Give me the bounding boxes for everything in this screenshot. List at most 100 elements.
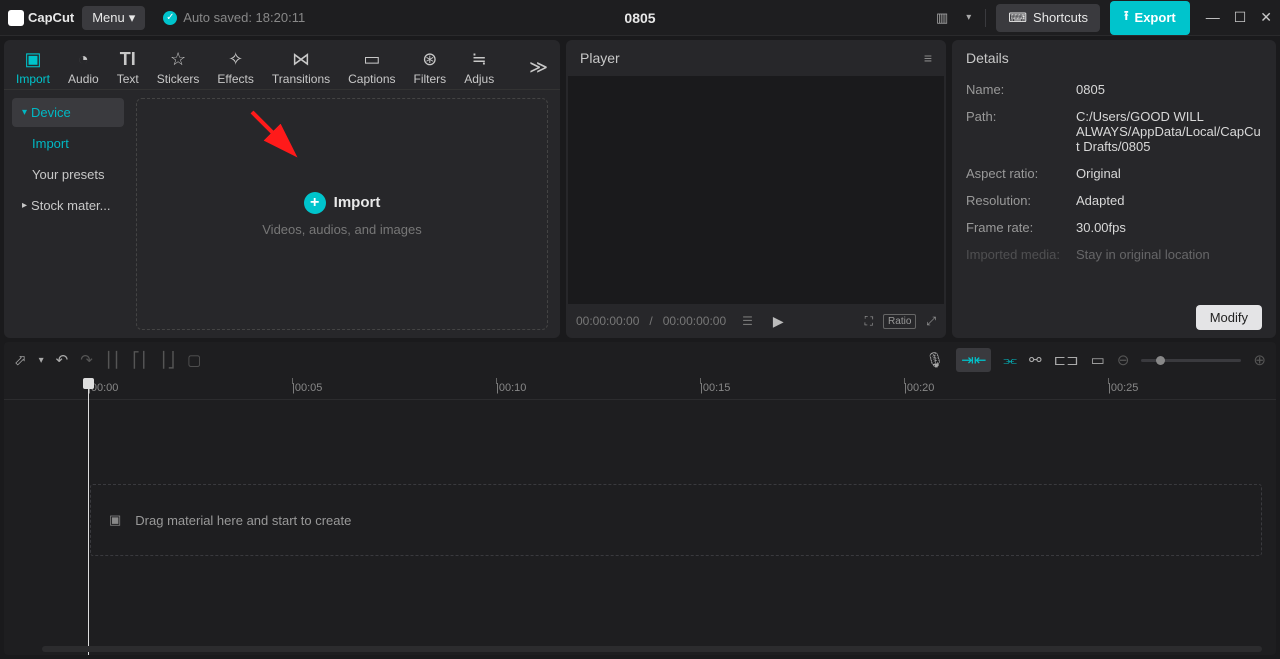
sidebar-item-device[interactable]: ▾ Device bbox=[12, 98, 124, 127]
timeline-ruler[interactable]: |00:00 |00:05 |00:10 |00:15 |00:20 |00:2… bbox=[4, 378, 1276, 400]
tab-label: Captions bbox=[348, 72, 395, 86]
player-menu-icon[interactable]: ≡ bbox=[924, 50, 932, 66]
sidebar-item-label: Your presets bbox=[32, 167, 105, 182]
adjust-icon: ≒ bbox=[472, 50, 487, 70]
tab-label: Import bbox=[16, 72, 50, 86]
app-name: CapCut bbox=[28, 10, 74, 25]
play-button[interactable]: ▶ bbox=[773, 313, 784, 330]
selection-tool-icon[interactable]: ⬀ bbox=[14, 351, 27, 369]
menu-label: Menu bbox=[92, 10, 125, 25]
filters-icon: ⊛ bbox=[422, 50, 437, 70]
detail-key: Name: bbox=[966, 82, 1076, 97]
magnet-main-icon[interactable]: ⇥⇤ bbox=[956, 348, 991, 372]
effects-icon: ✧ bbox=[228, 50, 243, 70]
player-panel: Player ≡ 00:00:00:00 / 00:00:00:00 ☰ ▶ ⛶… bbox=[566, 40, 946, 338]
timeline[interactable]: |00:00 |00:05 |00:10 |00:15 |00:20 |00:2… bbox=[4, 378, 1276, 655]
mic-icon[interactable]: 🎙 bbox=[925, 351, 944, 369]
player-viewport[interactable] bbox=[568, 76, 944, 304]
tab-label: Transitions bbox=[272, 72, 330, 86]
minimize-button[interactable]: — bbox=[1206, 9, 1220, 26]
media-sidebar: ▾ Device Import Your presets ▸ Stock mat… bbox=[4, 90, 132, 338]
export-label: Export bbox=[1135, 10, 1176, 25]
detail-value: Original bbox=[1076, 166, 1262, 181]
zoom-in-icon[interactable]: ⊕ bbox=[1253, 351, 1266, 369]
tab-stickers[interactable]: ☆ Stickers bbox=[157, 50, 200, 86]
player-controls: 00:00:00:00 / 00:00:00:00 ☰ ▶ ⛶ Ratio ⤢ bbox=[566, 304, 946, 338]
redo-button[interactable]: ↷ bbox=[80, 351, 93, 369]
tab-transitions[interactable]: ⋈ Transitions bbox=[272, 50, 330, 86]
tab-adjust[interactable]: ≒ Adjus bbox=[464, 50, 494, 86]
import-dropzone[interactable]: + Import Videos, audios, and images bbox=[136, 98, 548, 330]
sidebar-item-stock[interactable]: ▸ Stock mater... bbox=[12, 191, 124, 220]
document-title: 0805 bbox=[624, 10, 655, 26]
trim-left-icon[interactable]: ⎡⎮ bbox=[132, 351, 147, 369]
player-title: Player bbox=[580, 50, 620, 66]
zoom-out-icon[interactable]: ⊖ bbox=[1117, 351, 1130, 369]
ruler-mark: |00:10 bbox=[496, 382, 526, 394]
check-icon: ✓ bbox=[163, 11, 177, 25]
tab-label: Effects bbox=[217, 72, 253, 86]
fullscreen-icon[interactable]: ⤢ bbox=[926, 314, 936, 329]
detail-row-path: Path: C:/Users/GOOD WILL ALWAYS/AppData/… bbox=[966, 109, 1262, 154]
list-icon[interactable]: ☰ bbox=[742, 314, 753, 328]
layout-icon[interactable]: ▥ bbox=[932, 6, 952, 30]
audio-icon: ◔ bbox=[78, 50, 89, 70]
track-dropzone[interactable]: ▣ Drag material here and start to create bbox=[90, 484, 1262, 556]
tab-text[interactable]: TI Text bbox=[117, 50, 139, 86]
captions-icon: ▭ bbox=[363, 50, 380, 70]
link-icon[interactable]: ⚯ bbox=[1029, 351, 1042, 369]
split-icon[interactable]: ⎮⎮ bbox=[105, 351, 121, 369]
upload-icon: ⭱ bbox=[1124, 7, 1129, 29]
sidebar-item-presets[interactable]: Your presets bbox=[12, 160, 124, 189]
trim-right-icon[interactable]: ⎮⎦ bbox=[160, 351, 175, 369]
detail-row-name: Name: 0805 bbox=[966, 82, 1262, 97]
shortcuts-button[interactable]: ⌨ Shortcuts bbox=[996, 4, 1100, 32]
zoom-slider[interactable] bbox=[1141, 359, 1241, 362]
playhead[interactable] bbox=[88, 378, 89, 655]
time-current: 00:00:00:00 bbox=[576, 314, 639, 328]
ruler-mark: |00:05 bbox=[292, 382, 322, 394]
sidebar-item-import[interactable]: Import bbox=[12, 129, 124, 158]
timeline-toolbar: ⬀ ▾ ↶ ↷ ⎮⎮ ⎡⎮ ⎮⎦ ▢ 🎙 ⇥⇤ ⫘ ⚯ ⊏⊐ ▭ ⊖ ⊕ bbox=[4, 342, 1276, 378]
maximize-button[interactable]: ☐ bbox=[1234, 9, 1247, 26]
chevron-down-icon[interactable]: ▾ bbox=[962, 8, 975, 27]
delete-icon[interactable]: ▢ bbox=[187, 351, 201, 369]
tab-label: Adjus bbox=[464, 72, 494, 86]
media-tab-bar: ▣ Import ◔ Audio TI Text ☆ Stickers ✧ bbox=[4, 40, 560, 90]
export-button[interactable]: ⭱ Export bbox=[1110, 1, 1190, 35]
detail-row-resolution: Resolution: Adapted bbox=[966, 193, 1262, 208]
sidebar-item-label: Import bbox=[32, 136, 69, 151]
time-separator: / bbox=[649, 314, 652, 328]
preview-icon[interactable]: ▭ bbox=[1091, 351, 1105, 369]
sidebar-item-label: Stock mater... bbox=[31, 198, 110, 213]
magnet-track-icon[interactable]: ⫘ bbox=[1003, 352, 1017, 369]
autosave-text: Auto saved: 18:20:11 bbox=[183, 10, 305, 25]
close-button[interactable]: ✕ bbox=[1260, 9, 1272, 26]
ratio-button[interactable]: Ratio bbox=[883, 314, 916, 329]
shortcuts-label: Shortcuts bbox=[1033, 10, 1088, 25]
more-tabs-icon[interactable]: ≫ bbox=[529, 57, 548, 78]
tab-captions[interactable]: ▭ Captions bbox=[348, 50, 395, 86]
tab-filters[interactable]: ⊛ Filters bbox=[414, 50, 447, 86]
tab-import[interactable]: ▣ Import bbox=[16, 50, 50, 86]
scale-icon[interactable]: ⛶ bbox=[865, 314, 873, 329]
autosave-status: ✓ Auto saved: 18:20:11 bbox=[163, 10, 305, 25]
undo-button[interactable]: ↶ bbox=[56, 351, 69, 369]
import-title: Import bbox=[334, 194, 381, 211]
detail-value: 30.00fps bbox=[1076, 220, 1262, 235]
modify-button[interactable]: Modify bbox=[1196, 305, 1262, 330]
align-icon[interactable]: ⊏⊐ bbox=[1054, 351, 1079, 369]
sidebar-item-label: Device bbox=[31, 105, 71, 120]
tab-effects[interactable]: ✧ Effects bbox=[217, 50, 253, 86]
detail-value: C:/Users/GOOD WILL ALWAYS/AppData/Local/… bbox=[1076, 109, 1262, 154]
timeline-scrollbar[interactable] bbox=[42, 646, 1262, 652]
text-icon: TI bbox=[120, 50, 136, 70]
transitions-icon: ⋈ bbox=[292, 50, 310, 70]
details-panel: Details Name: 0805 Path: C:/Users/GOOD W… bbox=[952, 40, 1276, 338]
app-logo: CapCut bbox=[8, 10, 74, 26]
chevron-down-icon[interactable]: ▾ bbox=[39, 355, 44, 366]
stickers-icon: ☆ bbox=[170, 50, 186, 70]
tab-audio[interactable]: ◔ Audio bbox=[68, 50, 99, 86]
import-icon: ▣ bbox=[25, 50, 42, 70]
menu-button[interactable]: Menu ▾ bbox=[82, 6, 145, 30]
